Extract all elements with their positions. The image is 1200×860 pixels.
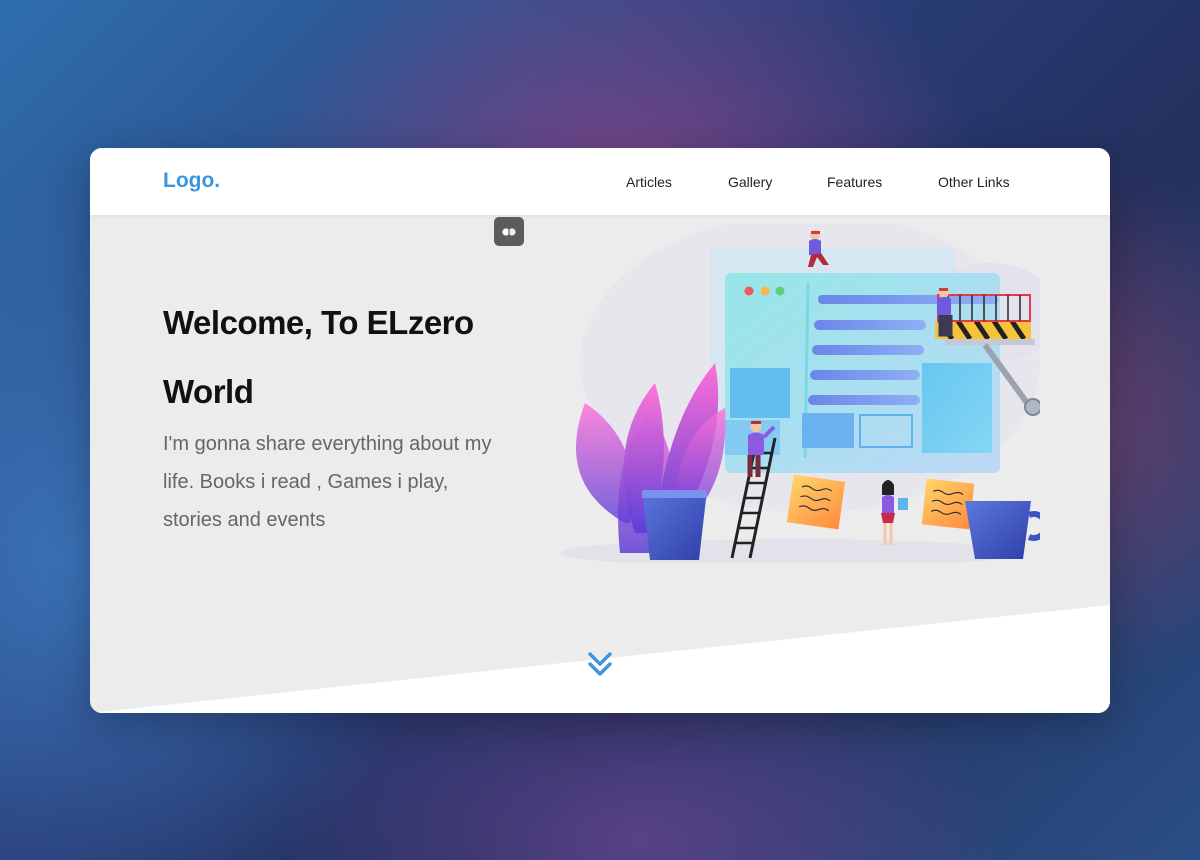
hero-title-line-1: Welcome, To ELzero [163, 304, 474, 341]
logo[interactable]: Logo. [163, 169, 220, 193]
hero-title: Welcome, To ELzero World [163, 288, 503, 426]
bullets-toggle-icon [502, 227, 516, 236]
landing-page-card: Logo. Articles Gallery Features Other Li… [90, 148, 1110, 713]
nav-link-features[interactable]: Features [827, 174, 882, 190]
nav-link-articles[interactable]: Articles [626, 174, 672, 190]
hero-subtitle: I'm gonna share everything about my life… [163, 433, 492, 531]
nav-link-other-links[interactable]: Other Links [938, 174, 1010, 190]
hero-title-line-2: World [163, 373, 254, 410]
nav-link-gallery[interactable]: Gallery [728, 174, 772, 190]
site-header: Logo. Articles Gallery Features Other Li… [90, 148, 1110, 215]
double-chevron-down-icon[interactable] [587, 651, 613, 679]
hero-illustration [560, 223, 1040, 563]
